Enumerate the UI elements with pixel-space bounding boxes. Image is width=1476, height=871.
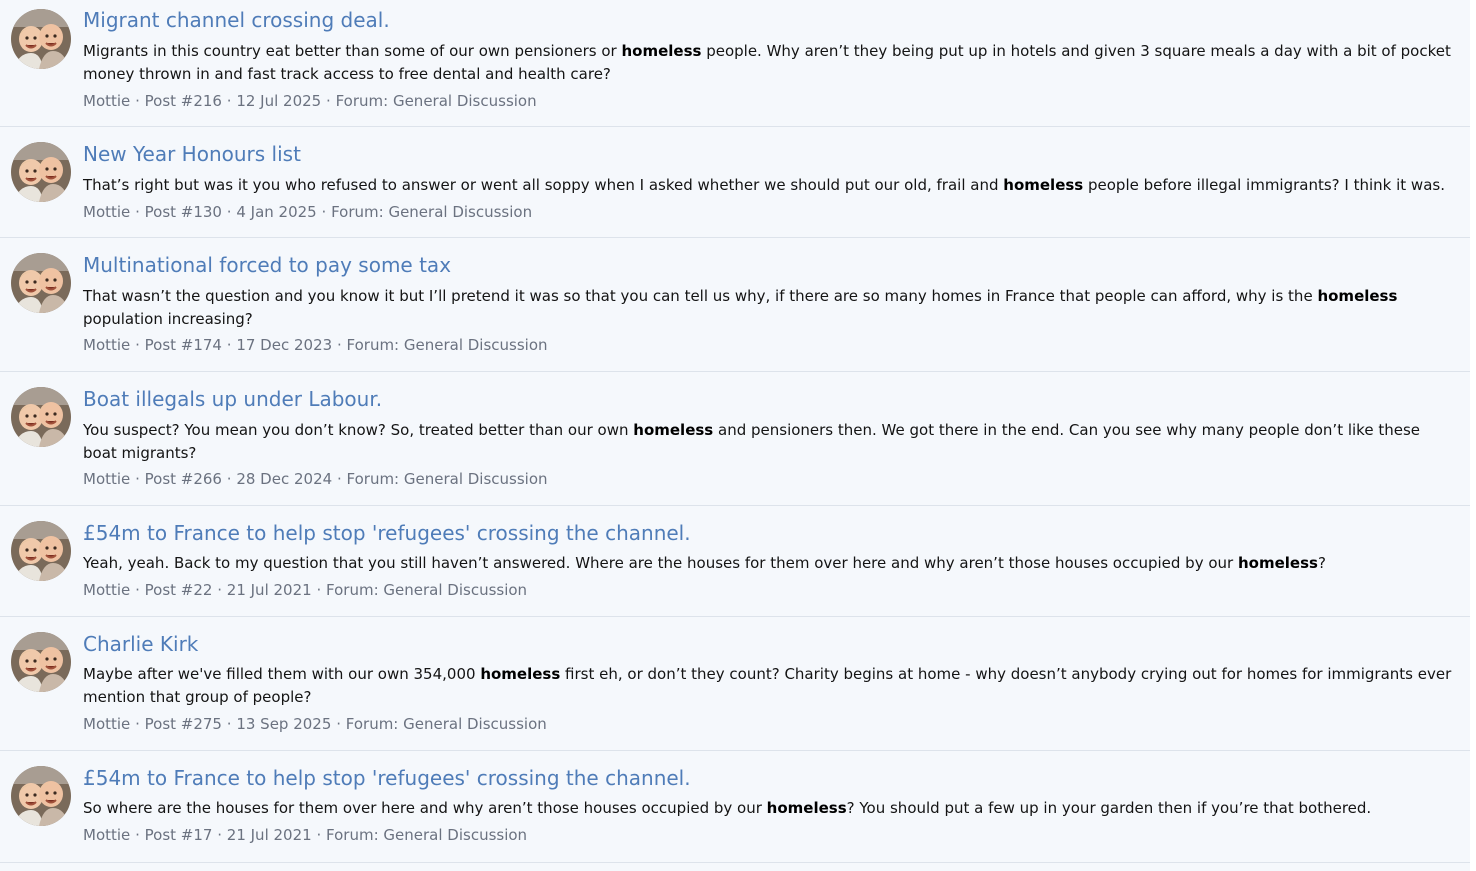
search-term-highlight: homeless	[1003, 176, 1084, 194]
post-date: 12 Jul 2025	[236, 92, 322, 110]
post-date: 28 Dec 2024	[236, 470, 333, 488]
avatar[interactable]	[11, 142, 71, 202]
result-meta: Mottie · Post #22 · 21 Jul 2021 · Forum:…	[83, 581, 527, 599]
forum-link[interactable]: Forum: General Discussion	[326, 826, 527, 844]
result-meta: Mottie · Post #17 · 21 Jul 2021 · Forum:…	[83, 826, 527, 844]
result-thread-title-link[interactable]: New Year Honours list	[83, 142, 301, 166]
post-number-link[interactable]: Post #275	[145, 715, 222, 733]
avatar[interactable]	[11, 387, 71, 447]
meta-separator: ·	[135, 581, 140, 599]
result-thread-title-link[interactable]: £54m to France to help stop 'refugees' c…	[83, 766, 691, 790]
meta-separator: ·	[135, 92, 140, 110]
post-number-link[interactable]: Post #130	[145, 203, 222, 221]
meta-separator: ·	[135, 470, 140, 488]
result-meta: Mottie · Post #174 · 17 Dec 2023 · Forum…	[83, 336, 548, 354]
meta-separator: ·	[226, 470, 232, 488]
author-link[interactable]: Mottie	[83, 336, 130, 354]
result-meta: Mottie · Post #216 · 12 Jul 2025 · Forum…	[83, 92, 537, 110]
author-link[interactable]: Mottie	[83, 715, 130, 733]
result-meta: Mottie · Post #266 · 28 Dec 2024 · Forum…	[83, 470, 548, 488]
author-link[interactable]: Mottie	[83, 203, 130, 221]
result-thread-title-link[interactable]: Charlie Kirk	[83, 632, 198, 656]
search-term-highlight: homeless	[1317, 287, 1398, 305]
search-term-highlight: homeless	[1237, 554, 1318, 572]
post-number-link[interactable]: Post #266	[145, 470, 222, 488]
result-snippet: You suspect? You mean you don’t know? So…	[83, 421, 1420, 462]
post-date: 4 Jan 2025	[236, 203, 317, 221]
meta-separator: ·	[135, 715, 140, 733]
search-result-item: Migrant channel crossing deal. Migrants …	[0, 0, 1470, 127]
result-thread-title-link[interactable]: Migrant channel crossing deal.	[83, 8, 390, 32]
post-number-link[interactable]: Post #17	[145, 826, 213, 844]
result-snippet: Maybe after we've filled them with our o…	[83, 665, 1452, 706]
meta-separator: ·	[217, 581, 222, 599]
avatar[interactable]	[11, 9, 71, 69]
avatar[interactable]	[11, 632, 71, 692]
meta-separator: ·	[321, 203, 327, 221]
search-result-item: £54m to France to help stop 'refugees' c…	[0, 751, 1470, 863]
meta-separator: ·	[226, 92, 232, 110]
meta-separator: ·	[226, 336, 232, 354]
search-result-item: New Year Honours list That’s right but w…	[0, 127, 1470, 238]
forum-link[interactable]: Forum: General Discussion	[347, 336, 548, 354]
post-date: 13 Sep 2025	[236, 715, 332, 733]
meta-separator: ·	[316, 581, 322, 599]
result-snippet: Migrants in this country eat better than…	[83, 42, 1451, 83]
meta-separator: ·	[135, 336, 140, 354]
search-results-list: Migrant channel crossing deal. Migrants …	[0, 0, 1471, 871]
meta-separator: ·	[336, 470, 342, 488]
author-link[interactable]: Mottie	[83, 581, 130, 599]
search-result-item: Charlie Kirk Maybe after we've filled th…	[0, 617, 1470, 751]
search-result-item: Boat illegals up under Labour. You suspe…	[0, 372, 1470, 506]
meta-separator: ·	[217, 826, 222, 844]
forum-link[interactable]: Forum: General Discussion	[326, 581, 527, 599]
forum-link[interactable]: Forum: General Discussion	[331, 203, 532, 221]
result-snippet: So where are the houses for them over he…	[83, 799, 1372, 817]
meta-separator: ·	[135, 203, 140, 221]
meta-separator: ·	[336, 715, 341, 733]
post-date: 21 Jul 2021	[226, 581, 312, 599]
search-result-item: £54m to France to help stop 'refugees' c…	[0, 506, 1470, 617]
result-meta: Mottie · Post #130 · 4 Jan 2025 · Forum:…	[83, 203, 532, 221]
result-thread-title-link[interactable]: Boat illegals up under Labour.	[83, 387, 382, 411]
search-term-highlight: homeless	[621, 42, 702, 60]
post-number-link[interactable]: Post #174	[145, 336, 222, 354]
meta-separator: ·	[226, 203, 232, 221]
search-result-item: Multinational forced to pay some tax Tha…	[0, 238, 1470, 372]
result-thread-title-link[interactable]: Multinational forced to pay some tax	[83, 253, 451, 277]
search-term-highlight: homeless	[480, 665, 561, 683]
author-link[interactable]: Mottie	[83, 826, 130, 844]
post-number-link[interactable]: Post #22	[145, 581, 213, 599]
result-snippet: That’s right but was it you who refused …	[83, 176, 1445, 194]
post-number-link[interactable]: Post #216	[145, 92, 222, 110]
forum-link[interactable]: Forum: General Discussion	[336, 92, 537, 110]
post-date: 17 Dec 2023	[236, 336, 333, 354]
avatar[interactable]	[11, 766, 71, 826]
meta-separator: ·	[226, 715, 232, 733]
forum-link[interactable]: Forum: General Discussion	[346, 715, 547, 733]
meta-separator: ·	[135, 826, 140, 844]
result-snippet: That wasn’t the question and you know it…	[83, 287, 1398, 328]
result-snippet: Yeah, yeah. Back to my question that you…	[83, 554, 1326, 572]
scroll-edge	[1470, 0, 1476, 871]
forum-link[interactable]: Forum: General Discussion	[347, 470, 548, 488]
search-term-highlight: homeless	[766, 799, 847, 817]
result-meta: Mottie · Post #275 · 13 Sep 2025 · Forum…	[83, 715, 547, 733]
meta-separator: ·	[316, 826, 322, 844]
search-term-highlight: homeless	[633, 421, 714, 439]
result-thread-title-link[interactable]: £54m to France to help stop 'refugees' c…	[83, 521, 691, 545]
meta-separator: ·	[326, 92, 331, 110]
author-link[interactable]: Mottie	[83, 92, 130, 110]
avatar[interactable]	[11, 253, 71, 313]
avatar[interactable]	[11, 521, 71, 581]
author-link[interactable]: Mottie	[83, 470, 130, 488]
meta-separator: ·	[336, 336, 342, 354]
post-date: 21 Jul 2021	[226, 826, 312, 844]
